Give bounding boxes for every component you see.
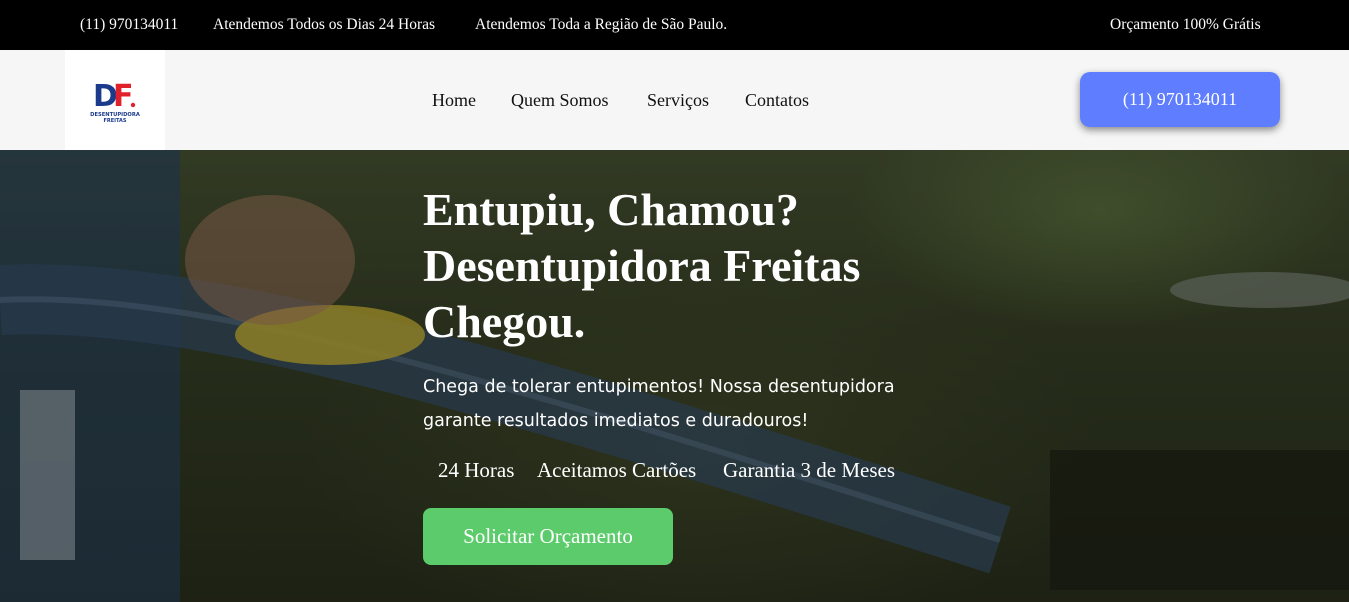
- request-quote-button[interactable]: Solicitar Orçamento: [423, 508, 673, 565]
- topbar-region: Atendemos Toda a Região de São Paulo.: [475, 16, 728, 33]
- feature-warranty: Garantia 3 de Meses: [723, 458, 896, 482]
- svg-text:FREITAS: FREITAS: [103, 118, 126, 124]
- site-header: D F DESENTUPIDORA FREITAS Home Quem Somo…: [0, 50, 1349, 150]
- logo[interactable]: D F DESENTUPIDORA FREITAS: [65, 50, 165, 150]
- topbar-phone[interactable]: (11) 970134011: [80, 16, 178, 34]
- nav-home[interactable]: Home: [432, 90, 476, 111]
- nav-quem-somos[interactable]: Quem Somos: [511, 90, 609, 111]
- nav-contatos[interactable]: Contatos: [745, 90, 809, 111]
- topbar-quote: Orçamento 100% Grátis: [1110, 16, 1261, 33]
- topbar-hours: Atendemos Todos os Dias 24 Horas: [213, 16, 436, 33]
- hero-section: Entupiu, Chamou? Desentupidora Freitas C…: [0, 150, 1349, 602]
- hero-subtitle: Chega de tolerar entupimentos! Nossa des…: [423, 377, 895, 431]
- phone-button[interactable]: (11) 970134011: [1080, 72, 1280, 127]
- top-bar: (11) 970134011 Atendemos Todos os Dias 2…: [0, 0, 1349, 50]
- svg-text:F: F: [113, 79, 134, 114]
- feature-cards: Aceitamos Cartões: [537, 458, 697, 482]
- feature-24h: 24 Horas: [438, 458, 515, 482]
- logo-mark: D F DESENTUPIDORA FREITAS: [90, 79, 140, 124]
- hero-title: Entupiu, Chamou? Desentupidora Freitas C…: [423, 184, 861, 347]
- nav-servicos[interactable]: Serviços: [647, 90, 709, 111]
